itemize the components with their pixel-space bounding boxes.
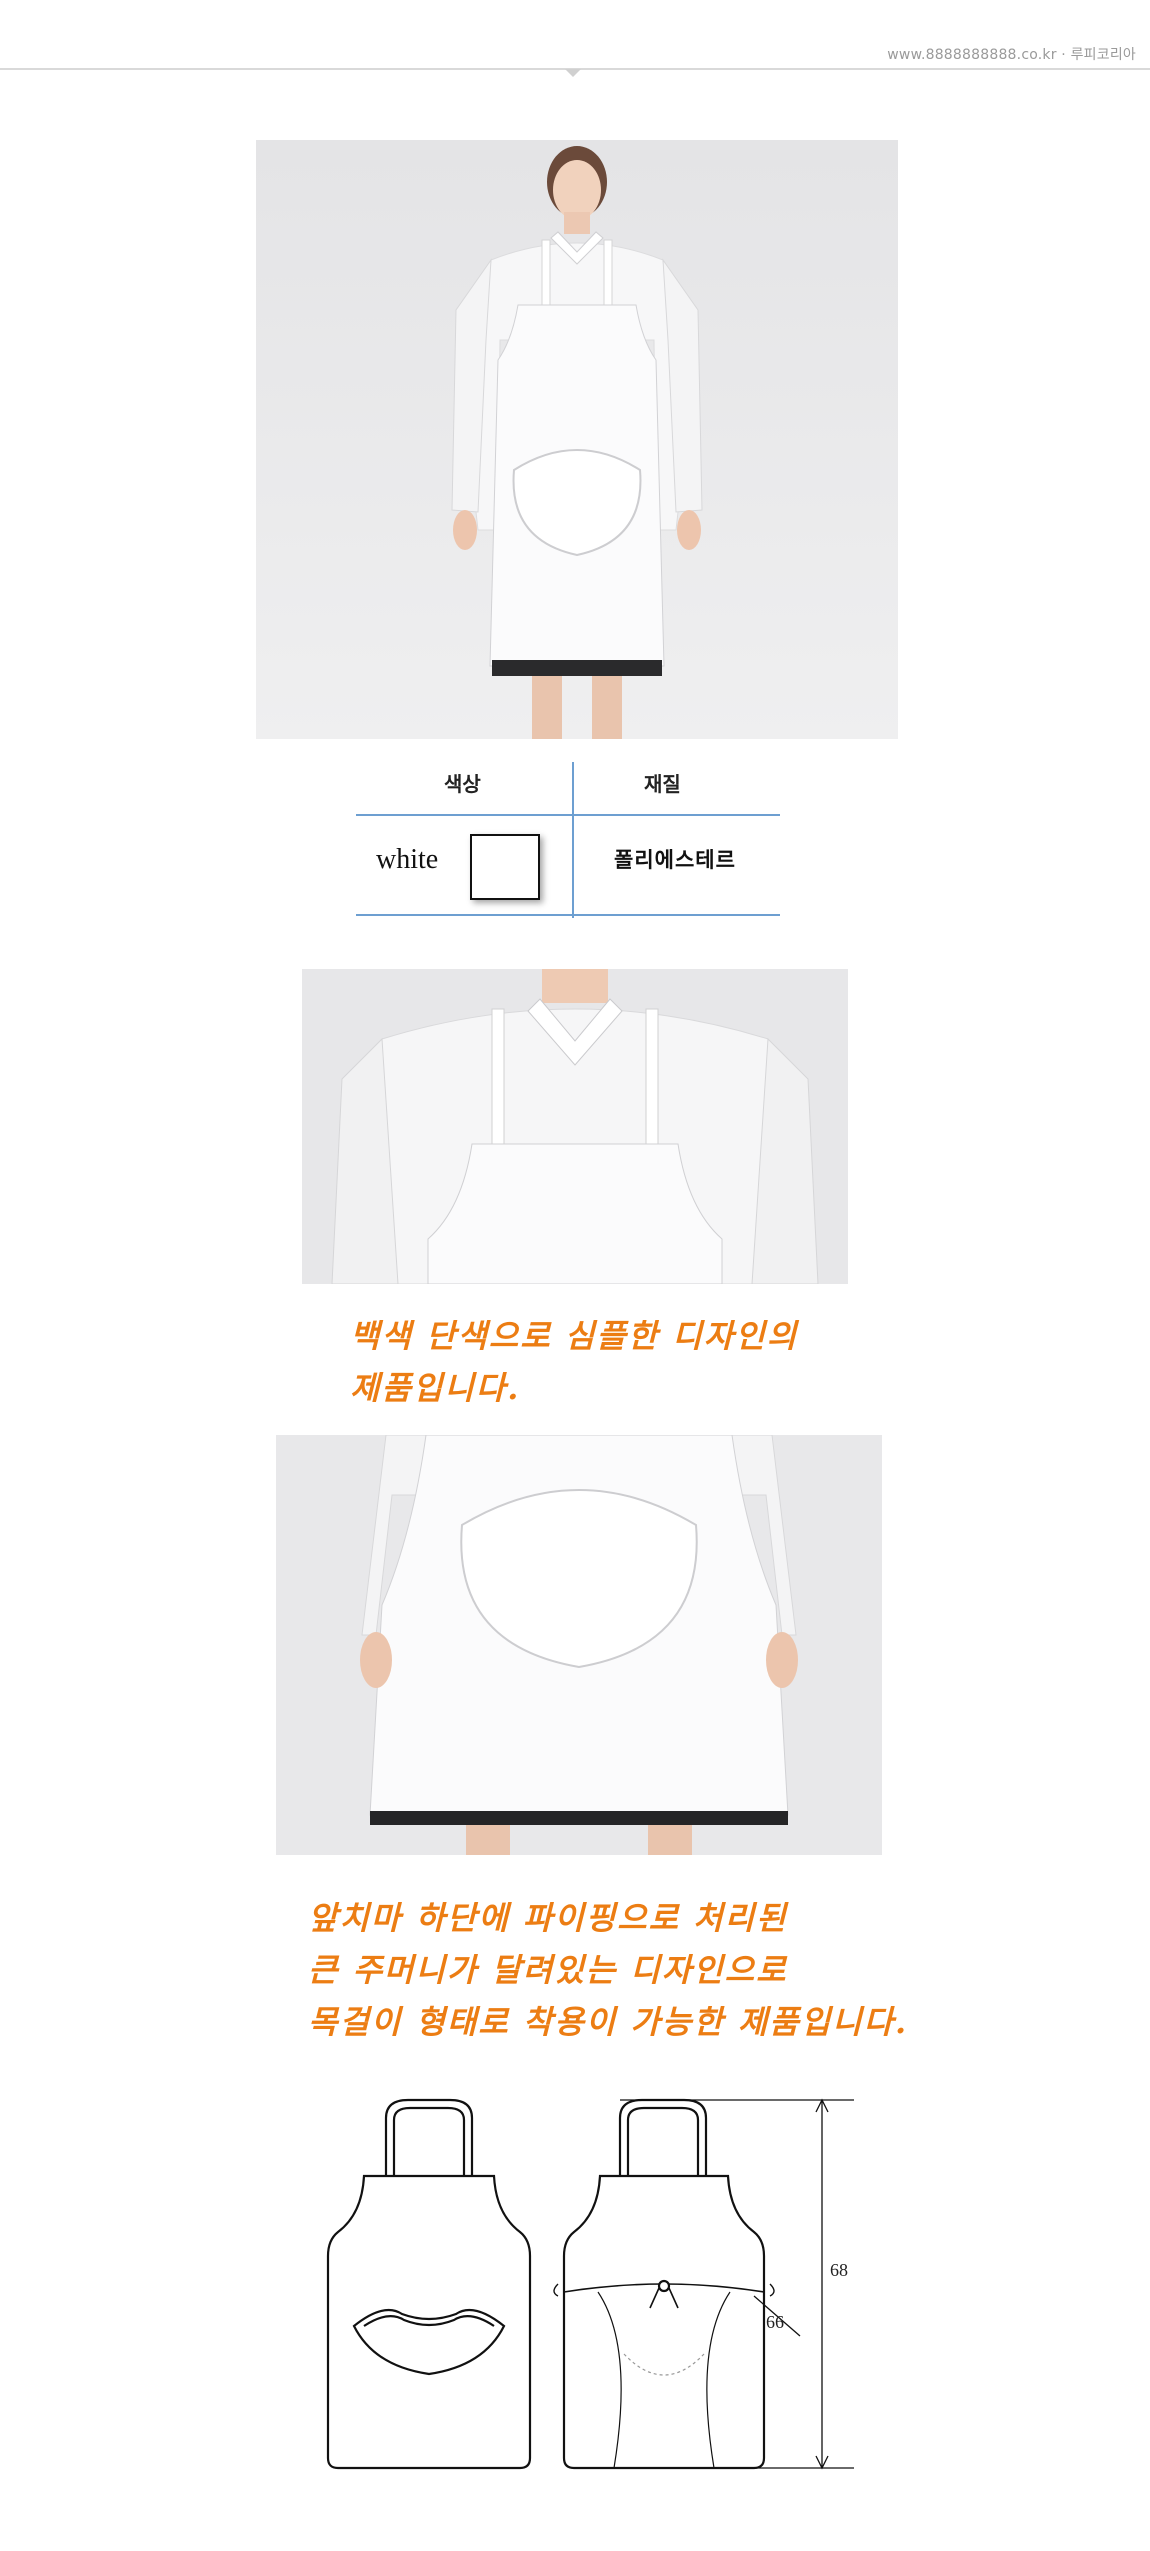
apron-back-view <box>553 2098 775 2470</box>
color-header: 색상 <box>444 772 481 796</box>
spec-table: 색상 재질 white 폴리에스테르 <box>356 762 780 918</box>
caption-first-line-1: 백색 단색으로 심플한 디자인의 <box>350 1317 799 1355</box>
caption-second: 앞치마 하단에 파이핑으로 처리된 큰 주머니가 달려있는 디자인으로 목걸이 … <box>308 1892 908 2048</box>
caption-second-line-3: 목걸이 형태로 착용이 가능한 제품입니다. <box>308 2003 909 2041</box>
site-url: www.8888888888.co.kr · 루피코리아 <box>887 47 1136 63</box>
table-rule-top <box>356 814 780 816</box>
apron-front-view <box>326 2098 532 2470</box>
product-photo-full <box>256 140 898 739</box>
caption-first-line-2: 제품입니다. <box>350 1369 521 1407</box>
product-photo-lower <box>276 1435 882 1855</box>
color-value: white <box>376 844 439 875</box>
color-swatch <box>470 834 540 900</box>
caption-second-line-2: 큰 주머니가 달려있는 디자인으로 <box>308 1951 788 1989</box>
material-header: 재질 <box>644 772 681 796</box>
dimension-width-label: 66 <box>766 2312 784 2332</box>
table-column-divider <box>572 762 574 918</box>
caption-second-line-1: 앞치마 하단에 파이핑으로 처리된 <box>308 1899 788 1937</box>
header-notch <box>565 69 581 77</box>
apron-diagram: 68 66 <box>324 2096 864 2476</box>
dimension-length-label: 68 <box>830 2260 848 2280</box>
table-rule-bottom <box>356 914 780 916</box>
product-photo-upper <box>302 969 848 1284</box>
material-value: 폴리에스테르 <box>614 848 736 872</box>
caption-first: 백색 단색으로 심플한 디자인의 제품입니다. <box>350 1310 798 1414</box>
